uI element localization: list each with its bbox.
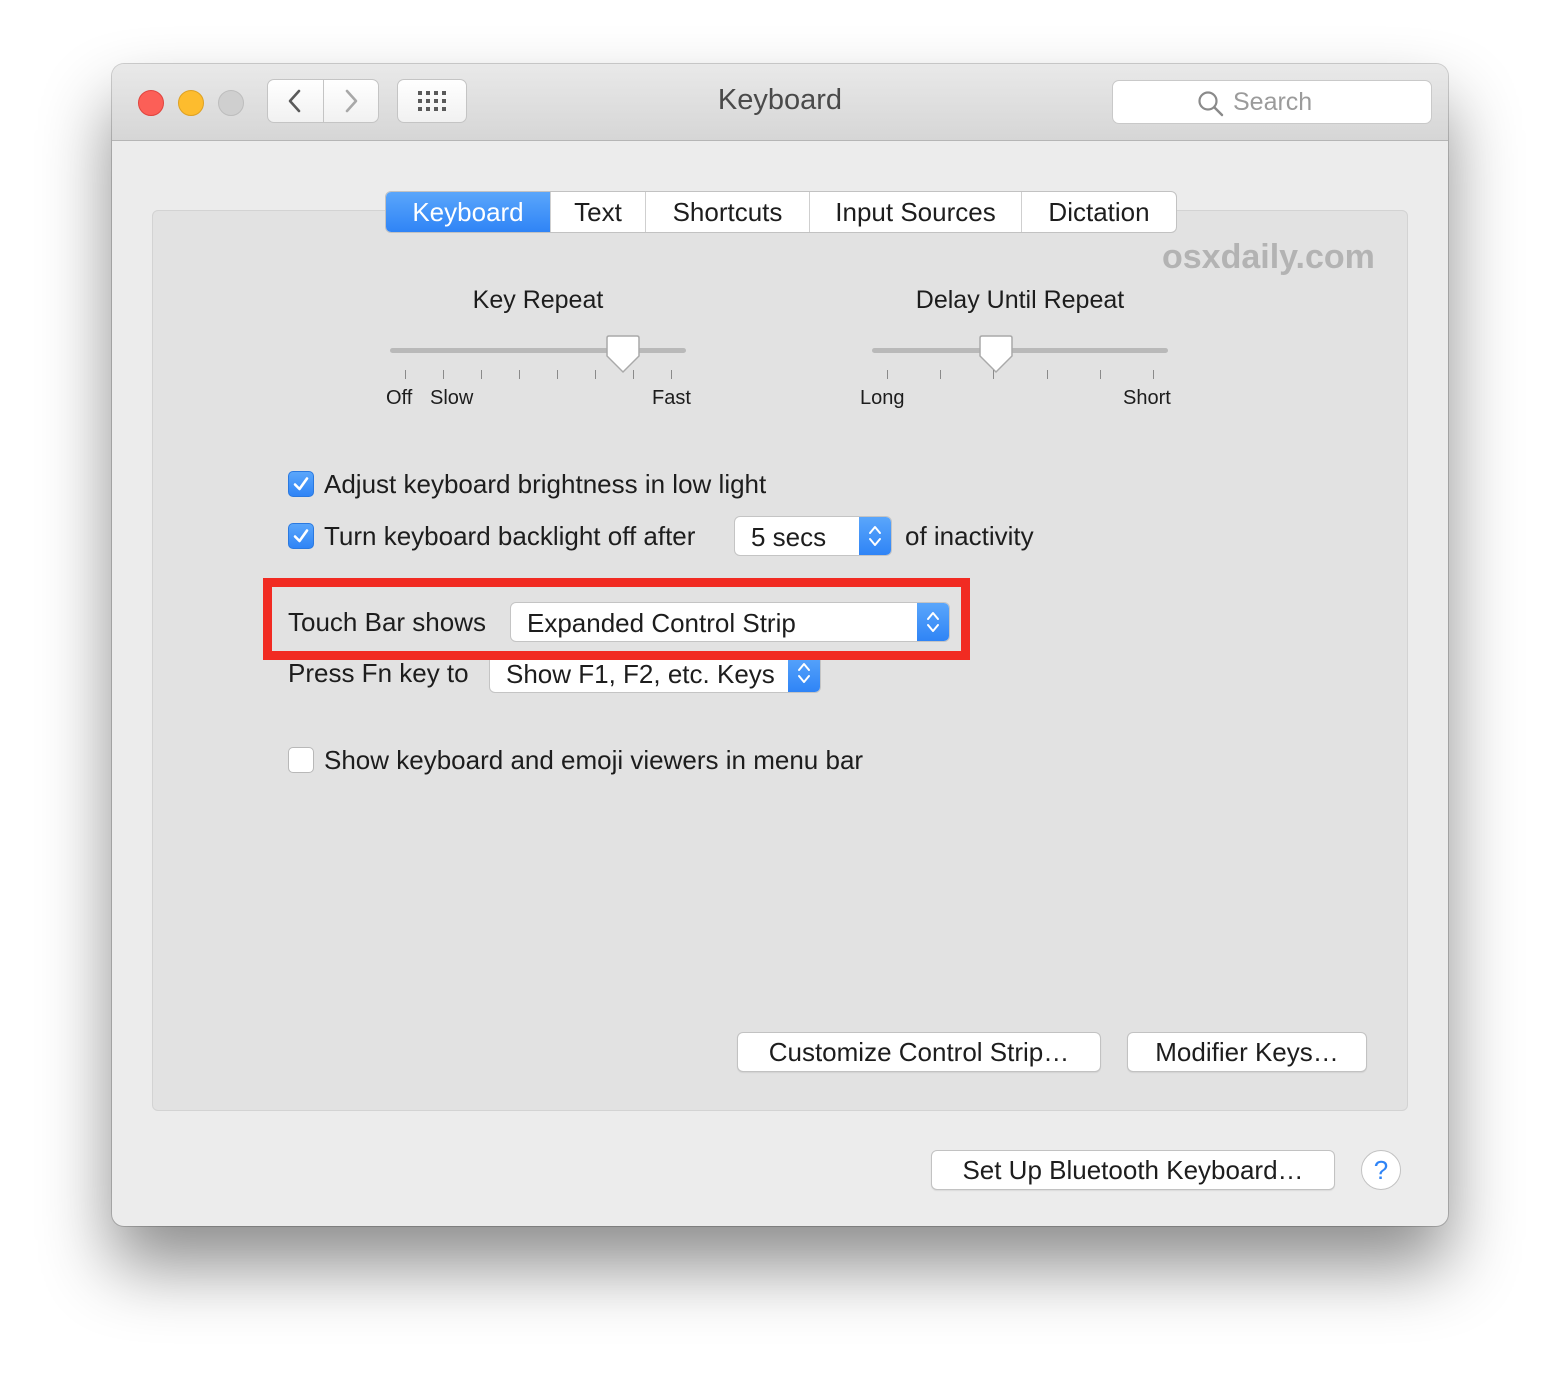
checkmark-icon	[293, 529, 309, 543]
slider-tick	[443, 370, 444, 379]
emoji-viewer-checkbox[interactable]	[288, 747, 314, 773]
slider-tick	[1047, 370, 1048, 379]
slider-tick	[887, 370, 888, 379]
tab-text[interactable]: Text	[550, 192, 645, 232]
backlight-checkbox[interactable]	[288, 523, 314, 549]
emoji-viewer-label: Show keyboard and emoji viewers in menu …	[324, 745, 864, 775]
popup-arrows-icon	[859, 517, 891, 555]
slider-tick	[1153, 370, 1154, 379]
set-up-bluetooth-keyboard-button[interactable]: Set Up Bluetooth Keyboard…	[931, 1150, 1335, 1190]
slider-tick	[993, 370, 994, 379]
brightness-label: Adjust keyboard brightness in low light	[324, 469, 767, 499]
key-repeat-label-slow: Slow	[430, 387, 474, 409]
delay-until-repeat-thumb[interactable]	[979, 334, 1013, 374]
slider-tick	[1100, 370, 1101, 379]
slider-tick	[405, 370, 406, 379]
tab-input-sources[interactable]: Input Sources	[809, 192, 1021, 232]
slider-tick	[595, 370, 596, 379]
slider-tick	[481, 370, 482, 379]
brightness-checkbox[interactable]	[288, 471, 314, 497]
checkmark-icon	[293, 477, 309, 491]
delay-until-repeat-title: Delay Until Repeat	[915, 286, 1125, 314]
fn-key-value: Show F1, F2, etc. Keys	[506, 659, 775, 689]
title-bar: Keyboard Search	[112, 64, 1448, 141]
keyboard-preferences-window: Keyboard Search Keyboard Text Shortcuts …	[112, 64, 1448, 1226]
key-repeat-title: Key Repeat	[472, 286, 604, 314]
slider-tick	[633, 370, 634, 379]
customize-control-strip-button[interactable]: Customize Control Strip…	[737, 1032, 1101, 1072]
delay-label-long: Long	[860, 387, 905, 409]
modifier-keys-button[interactable]: Modifier Keys…	[1127, 1032, 1367, 1072]
slider-tick	[940, 370, 941, 379]
search-icon	[1198, 91, 1224, 117]
search-placeholder: Search	[1233, 88, 1313, 116]
delay-label-short: Short	[1123, 387, 1171, 409]
help-button[interactable]: ?	[1361, 1150, 1401, 1190]
slider-tick	[557, 370, 558, 379]
delay-until-repeat-slider[interactable]	[872, 348, 1168, 353]
key-repeat-thumb[interactable]	[606, 334, 640, 374]
key-repeat-slider[interactable]	[390, 348, 686, 353]
slider-tick	[671, 370, 672, 379]
tab-shortcuts[interactable]: Shortcuts	[645, 192, 809, 232]
tab-dictation[interactable]: Dictation	[1021, 192, 1176, 232]
highlight-box	[263, 578, 970, 660]
key-repeat-label-off: Off	[386, 387, 413, 409]
tab-bar: Keyboard Text Shortcuts Input Sources Di…	[385, 191, 1177, 233]
backlight-timeout-popup[interactable]: 5 secs	[734, 516, 892, 556]
backlight-suffix: of inactivity	[905, 521, 1034, 551]
backlight-timeout-value: 5 secs	[751, 522, 827, 552]
fn-key-label: Press Fn key to	[288, 658, 469, 688]
slider-tick	[519, 370, 520, 379]
search-field[interactable]: Search	[1112, 80, 1432, 124]
key-repeat-label-fast: Fast	[652, 387, 691, 409]
watermark: osxdaily.com	[1162, 238, 1375, 276]
backlight-label: Turn keyboard backlight off after	[324, 521, 696, 551]
tab-keyboard[interactable]: Keyboard	[386, 192, 550, 232]
